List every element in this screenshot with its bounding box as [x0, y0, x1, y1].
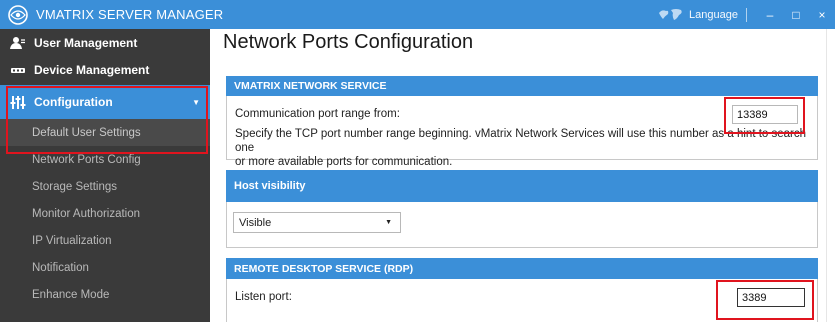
scrollbar-track[interactable]: [826, 29, 835, 322]
minimize-button[interactable]: –: [757, 0, 783, 29]
users-icon: [10, 36, 26, 50]
sidebar-subitem-storage-settings[interactable]: Storage Settings: [0, 173, 210, 200]
port-range-label: Communication port range from:: [235, 108, 400, 120]
visibility-selected-value: Visible: [239, 216, 272, 229]
device-icon: [10, 63, 26, 77]
visibility-select[interactable]: Visible ▼: [233, 212, 401, 233]
page-title: Network Ports Configuration: [223, 31, 474, 53]
host-visibility-header: Host visibility: [226, 170, 818, 202]
highlight-box: [724, 97, 805, 134]
chevron-down-icon: ▼: [385, 219, 392, 226]
app-logo-icon: [6, 3, 30, 27]
network-service-header: VMATRIX NETWORK SERVICE: [226, 76, 818, 96]
highlight-box: [6, 86, 208, 154]
listen-port-label: Listen port:: [235, 291, 292, 303]
sidebar-subitem-monitor-authorization[interactable]: Monitor Authorization: [0, 200, 210, 227]
sidebar-item-device-management[interactable]: Device Management: [0, 56, 210, 83]
sidebar-item-label: Device Management: [34, 62, 150, 77]
highlight-box: [716, 280, 814, 320]
divider: [746, 7, 747, 22]
host-visibility-card: Visible ▼: [226, 202, 818, 248]
title-bar: VMATRIX SERVER MANAGER Language – □ ×: [0, 0, 835, 29]
sidebar-item-user-management[interactable]: User Management: [0, 29, 210, 56]
world-map-icon: [659, 8, 682, 20]
maximize-button[interactable]: □: [783, 0, 809, 29]
app-title: VMATRIX SERVER MANAGER: [36, 7, 224, 22]
sidebar: User Management Device Management Config…: [0, 29, 210, 322]
rdp-header: REMOTE DESKTOP SERVICE (RDP): [226, 258, 818, 279]
main-content: Network Ports Configuration VMATRIX NETW…: [210, 29, 835, 322]
sidebar-subitem-enhance-mode[interactable]: Enhance Mode: [0, 281, 210, 308]
sidebar-item-label: User Management: [34, 35, 138, 50]
sidebar-subitem-notification[interactable]: Notification: [0, 254, 210, 281]
close-button[interactable]: ×: [809, 0, 835, 29]
sidebar-subitem-ip-virtualization[interactable]: IP Virtualization: [0, 227, 210, 254]
language-selector[interactable]: Language: [689, 9, 738, 21]
